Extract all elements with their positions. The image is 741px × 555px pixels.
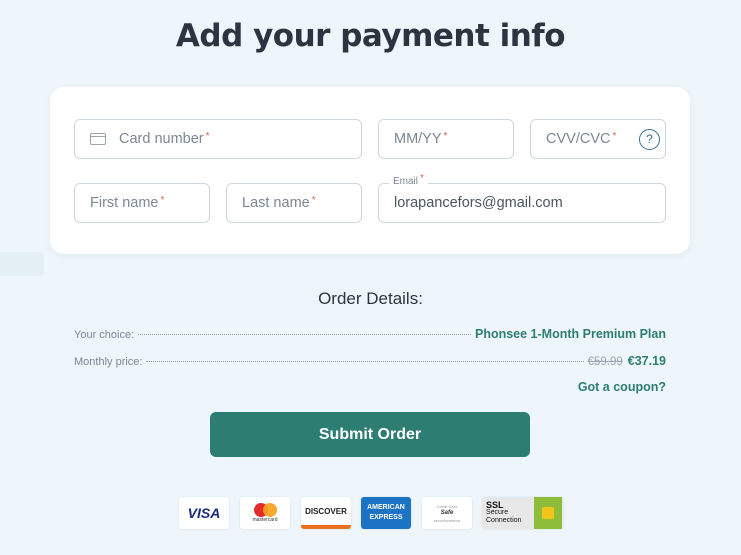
- page-title: Add your payment info: [175, 18, 566, 54]
- last-name-input[interactable]: Last name *: [226, 183, 362, 223]
- required-mark: *: [205, 130, 210, 142]
- price-row: Monthly price: €59.99 €37.19: [74, 354, 666, 368]
- credit-card-icon: [90, 133, 106, 145]
- email-label: Email *: [389, 173, 428, 187]
- side-decoration: [0, 252, 44, 276]
- discover-logo: DISCOVER: [301, 497, 351, 529]
- card-number-placeholder: Card number: [119, 131, 204, 147]
- choice-row: Your choice: Phonsee 1-Month Premium Pla…: [74, 327, 666, 341]
- first-name-input[interactable]: First name *: [74, 183, 210, 223]
- card-number-input[interactable]: Card number *: [74, 119, 362, 159]
- order-details-heading: Order Details:: [318, 289, 423, 308]
- visa-logo: VISA: [179, 497, 229, 529]
- required-mark: *: [311, 194, 316, 206]
- required-mark: *: [612, 130, 617, 142]
- coupon-link[interactable]: Got a coupon?: [578, 380, 666, 394]
- required-mark: *: [443, 130, 448, 142]
- choice-label: Your choice:: [74, 329, 135, 341]
- required-mark: *: [160, 194, 165, 206]
- expiry-input[interactable]: MM/YY *: [378, 119, 514, 159]
- cvv-input[interactable]: CVV/CVC * ?: [530, 119, 666, 159]
- first-name-placeholder: First name: [90, 195, 159, 211]
- last-name-placeholder: Last name: [242, 195, 310, 211]
- amex-logo: AMERICAN EXPRESS: [361, 497, 411, 529]
- email-input[interactable]: Email * lorapancefors@gmail.com: [378, 173, 666, 223]
- padlock-icon: [534, 497, 562, 529]
- old-price: €59.99: [587, 356, 623, 368]
- email-value: lorapancefors@gmail.com: [394, 195, 563, 211]
- ssl-secure-logo: SSL Secure Connection: [482, 497, 563, 529]
- new-price: €37.19: [627, 354, 666, 368]
- mastercard-logo: mastercard: [240, 497, 290, 529]
- payment-form-card: [50, 87, 690, 254]
- price-label: Monthly price:: [74, 356, 143, 368]
- security-metrics-logo: Credit Card Safe securitymetrics: [422, 497, 472, 529]
- submit-order-button[interactable]: Submit Order: [210, 412, 530, 457]
- cvv-placeholder: CVV/CVC: [546, 131, 611, 147]
- help-icon[interactable]: ?: [639, 129, 660, 150]
- expiry-placeholder: MM/YY: [394, 131, 442, 147]
- choice-value: Phonsee 1-Month Premium Plan: [474, 327, 666, 341]
